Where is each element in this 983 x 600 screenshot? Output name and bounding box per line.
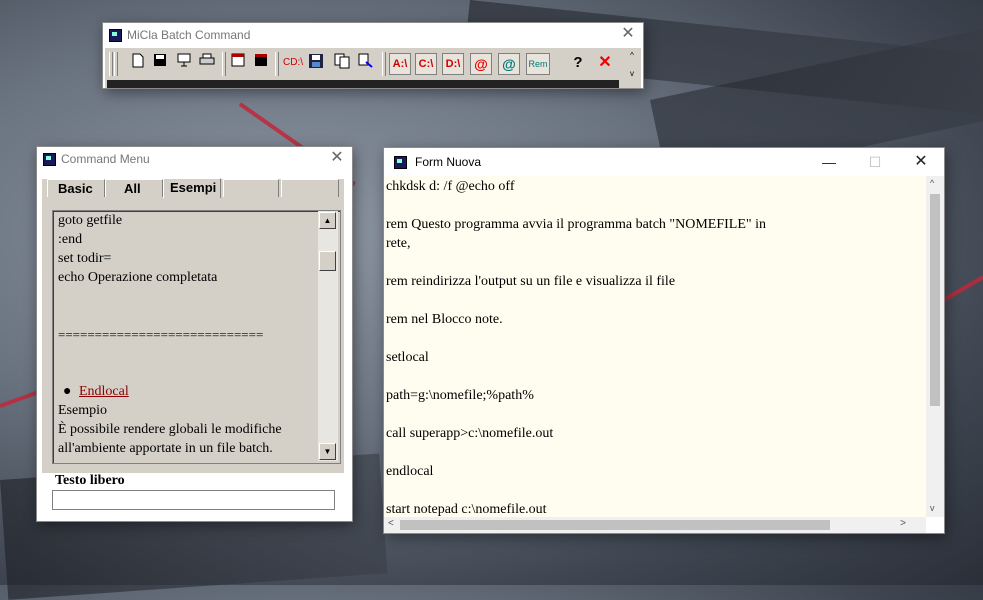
- batch-titlebar: MiCla Batch Command ✕: [103, 23, 643, 47]
- editor-hscroll[interactable]: < >: [384, 517, 926, 533]
- preview-icon[interactable]: [175, 53, 193, 75]
- tab-all[interactable]: All: [105, 179, 163, 197]
- editor-line: rem nel Blocco note.: [386, 312, 503, 327]
- command-menu-titlebar: Command Menu ✕: [37, 147, 352, 171]
- window-icon[interactable]: [229, 53, 247, 75]
- command-menu-window: Command Menu ✕ Basic All Esempi goto get…: [37, 147, 352, 521]
- tab-empty-1[interactable]: [223, 179, 279, 197]
- editor-line: rem reindirizza l'output su un file e vi…: [386, 274, 676, 289]
- drive-c-button[interactable]: C:\: [415, 53, 437, 75]
- close-button[interactable]: ✕: [898, 148, 944, 176]
- scroll-thumb[interactable]: [319, 251, 336, 271]
- console-icon[interactable]: [252, 53, 270, 75]
- toolbar-grip[interactable]: [114, 52, 118, 76]
- content-line: goto getfile: [58, 213, 123, 228]
- form-nuova-title: Form Nuova: [415, 155, 482, 169]
- scroll-up-arrow[interactable]: ^: [930, 178, 934, 188]
- editor-line: setlocal: [386, 350, 429, 365]
- text-editor[interactable]: chkdsk d: /f @echo off rem Questo program…: [384, 176, 926, 517]
- second-toolbar-row: [107, 80, 619, 88]
- scroll-left-arrow[interactable]: <: [388, 518, 394, 529]
- command-menu-title: Command Menu: [61, 152, 150, 166]
- tab-empty-2[interactable]: [281, 179, 339, 197]
- toolbar-separator: [275, 52, 279, 76]
- bullet-item: ● Endlocal: [63, 384, 129, 400]
- minimize-button[interactable]: —: [806, 148, 852, 176]
- close-icon[interactable]: ✕: [328, 149, 346, 167]
- batch-toolbar: CD:\ A:\ C:\ D:\ @ @ Rem ? ✕ ^ v: [105, 47, 641, 88]
- save-icon[interactable]: [151, 53, 169, 75]
- app-icon: [43, 152, 56, 166]
- background-shape: [0, 390, 39, 408]
- editor-line: rete,: [386, 236, 411, 251]
- editor-line: endlocal: [386, 464, 434, 479]
- exit-icon[interactable]: ✕: [595, 53, 615, 75]
- help-icon[interactable]: ?: [569, 53, 587, 75]
- scroll-right-arrow[interactable]: >: [900, 518, 906, 529]
- editor-line: start notepad c:\nomefile.out: [386, 502, 547, 517]
- editor-line: path=g:\nomefile;%path%: [386, 388, 534, 403]
- toolbar-separator: [382, 52, 386, 76]
- tab-basic[interactable]: Basic: [47, 179, 105, 197]
- maximize-button[interactable]: ☐: [852, 148, 898, 176]
- free-text-label: Testo libero: [55, 473, 125, 488]
- drive-a-button[interactable]: A:\: [389, 53, 411, 75]
- copy-files-icon[interactable]: [332, 53, 352, 75]
- form-nuova-titlebar: Form Nuova — ☐ ✕: [384, 148, 944, 176]
- content-scrollbar[interactable]: ▲ ▼: [318, 211, 338, 461]
- new-file-icon[interactable]: [129, 53, 147, 75]
- drive-d-button[interactable]: D:\: [442, 53, 464, 75]
- scroll-down-button[interactable]: ▼: [319, 443, 336, 460]
- toolbar-scroll-down[interactable]: v: [625, 68, 639, 82]
- batch-title: MiCla Batch Command: [127, 28, 251, 42]
- editor-hscroll-thumb[interactable]: [400, 520, 830, 530]
- command-content: goto getfile :end set todir= echo Operaz…: [52, 210, 341, 464]
- tab-esempi[interactable]: Esempi: [163, 178, 221, 198]
- content-line: :end: [58, 232, 83, 247]
- content-line: set todir=: [58, 251, 112, 266]
- close-icon[interactable]: ✕: [619, 25, 637, 43]
- separator-line: ============================: [58, 327, 264, 342]
- bullet-icon: ●: [63, 384, 72, 399]
- toolbar-scroll-up[interactable]: ^: [625, 50, 639, 64]
- batch-command-window: MiCla Batch Command ✕ CD:\ A:\ C:\ D:\ @…: [103, 23, 643, 88]
- scroll-up-button[interactable]: ▲: [319, 212, 336, 229]
- content-line: echo Operazione completata: [58, 270, 218, 285]
- content-line: Esempio: [58, 403, 107, 418]
- app-icon: [109, 28, 122, 42]
- print-icon[interactable]: [198, 53, 216, 75]
- editor-scroll-thumb[interactable]: [930, 194, 940, 406]
- editor-vscroll[interactable]: ^ v: [926, 176, 944, 517]
- content-line: all'ambiente apportate in un file batch.: [58, 441, 273, 456]
- editor-line: call superapp>c:\nomefile.out: [386, 426, 554, 441]
- toolbar-grip[interactable]: [109, 52, 113, 76]
- at-teal-button[interactable]: @: [498, 53, 520, 75]
- form-nuova-window: Form Nuova — ☐ ✕ chkdsk d: /f @echo off r…: [384, 148, 944, 533]
- cd-button[interactable]: CD:\: [280, 53, 306, 75]
- endlocal-link[interactable]: Endlocal: [79, 384, 129, 399]
- move-files-icon[interactable]: [356, 53, 376, 75]
- toolbar-separator: [222, 52, 226, 76]
- background-shape: [939, 275, 983, 304]
- floppy-icon[interactable]: [306, 53, 326, 75]
- app-icon: [394, 155, 407, 169]
- rem-button[interactable]: Rem: [526, 53, 550, 75]
- editor-line: rem Questo programma avvia il programma …: [386, 217, 766, 232]
- free-text-input[interactable]: [52, 490, 335, 510]
- at-red-button[interactable]: @: [470, 53, 492, 75]
- scroll-down-arrow[interactable]: v: [930, 503, 935, 513]
- editor-line: chkdsk d: /f @echo off: [386, 179, 515, 194]
- content-line: È possibile rendere globali le modifiche: [58, 422, 282, 437]
- command-menu-panel: Basic All Esempi goto getfile :end set t…: [42, 178, 344, 473]
